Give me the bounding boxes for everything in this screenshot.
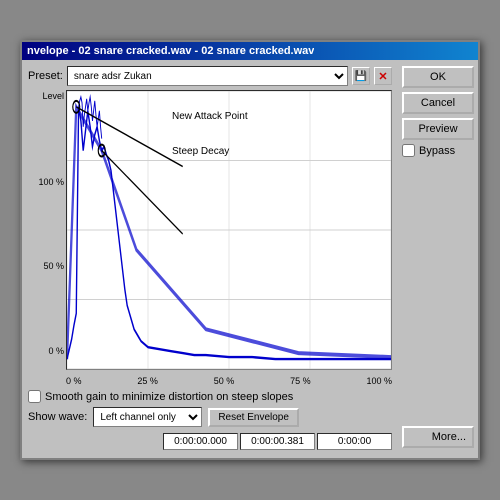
smooth-option-row: Smooth gain to minimize distortion on st… bbox=[28, 390, 392, 403]
bypass-checkbox[interactable] bbox=[402, 144, 415, 157]
time-extra[interactable]: 0:00:00 bbox=[317, 433, 392, 450]
time-bar: 0:00:00.000 0:00:00.381 0:00:00 bbox=[28, 431, 392, 450]
close-icon: ✕ bbox=[378, 70, 387, 83]
graph-area: Level 100 % 50 % 0 % bbox=[28, 90, 392, 370]
smooth-checkbox[interactable] bbox=[28, 390, 41, 403]
bypass-label: Bypass bbox=[419, 145, 455, 157]
show-wave-label: Show wave: bbox=[28, 411, 87, 423]
bypass-row: Bypass bbox=[402, 144, 474, 157]
x-label-75: 75 % bbox=[290, 376, 311, 386]
main-window: nvelope - 02 snare cracked.wav - 02 snar… bbox=[20, 40, 480, 460]
graph-container[interactable]: New Attack Point Steep Decay bbox=[66, 90, 392, 370]
cancel-button[interactable]: Cancel bbox=[402, 92, 474, 114]
time-end[interactable]: 0:00:00.381 bbox=[240, 433, 315, 450]
y-label-0: 0 % bbox=[48, 346, 64, 356]
main-content: Preset: snare adsr Zukan 💾 ✕ Level bbox=[22, 60, 478, 454]
x-axis: 0 % 25 % 50 % 75 % 100 % bbox=[66, 376, 392, 386]
save-preset-button[interactable]: 💾 bbox=[352, 67, 370, 85]
preset-select[interactable]: snare adsr Zukan bbox=[67, 66, 348, 86]
y-title: Level bbox=[42, 91, 64, 101]
x-label-100: 100 % bbox=[366, 376, 392, 386]
preset-label: Preset: bbox=[28, 70, 63, 82]
right-panel: OK Cancel Preview Bypass More... bbox=[398, 60, 478, 454]
ok-button[interactable]: OK bbox=[402, 66, 474, 88]
title-bar: nvelope - 02 snare cracked.wav - 02 snar… bbox=[22, 42, 478, 60]
delete-preset-button[interactable]: ✕ bbox=[374, 67, 392, 85]
window-title: nvelope - 02 snare cracked.wav - 02 snar… bbox=[27, 45, 314, 57]
x-label-25: 25 % bbox=[137, 376, 158, 386]
envelope-graph[interactable] bbox=[67, 91, 391, 369]
show-wave-select[interactable]: Left channel only Right channel only Bot… bbox=[93, 407, 202, 427]
show-wave-row: Show wave: Left channel only Right chann… bbox=[28, 407, 392, 427]
preset-row: Preset: snare adsr Zukan 💾 ✕ bbox=[28, 66, 392, 86]
y-axis: Level 100 % 50 % 0 % bbox=[28, 90, 64, 370]
left-panel: Preset: snare adsr Zukan 💾 ✕ Level bbox=[22, 60, 398, 454]
smooth-label: Smooth gain to minimize distortion on st… bbox=[45, 391, 293, 403]
more-button[interactable]: More... bbox=[402, 426, 474, 448]
y-label-100: 100 % bbox=[38, 177, 64, 187]
y-label-50: 50 % bbox=[43, 261, 64, 271]
save-icon: 💾 bbox=[355, 71, 367, 82]
time-start[interactable]: 0:00:00.000 bbox=[163, 433, 238, 450]
preview-button[interactable]: Preview bbox=[402, 118, 474, 140]
reset-envelope-button[interactable]: Reset Envelope bbox=[208, 408, 299, 427]
x-label-50: 50 % bbox=[214, 376, 235, 386]
x-label-0: 0 % bbox=[66, 376, 82, 386]
